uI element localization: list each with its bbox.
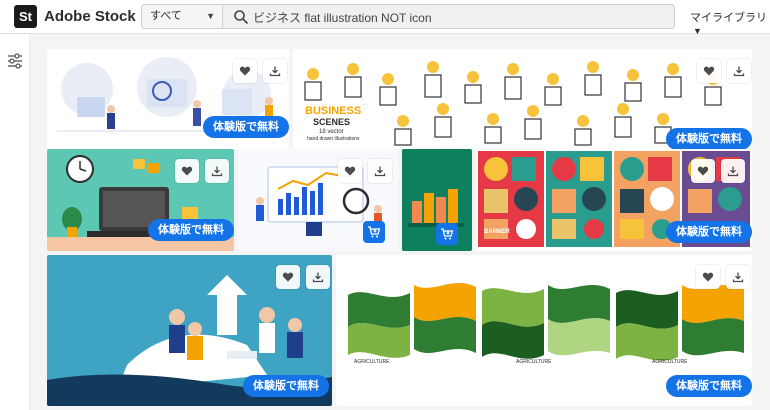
trial-badge[interactable]: 体験版で無料 <box>666 375 752 397</box>
result-tile[interactable]: BUSINESS SCENES 18 vector hand drawn ill… <box>293 49 752 149</box>
heart-icon <box>344 166 356 176</box>
favorite-button[interactable] <box>691 159 715 183</box>
result-tile[interactable] <box>402 149 472 251</box>
favorite-button[interactable] <box>175 159 199 183</box>
download-button[interactable] <box>306 265 330 289</box>
heart-icon <box>697 166 709 176</box>
adobe-stock-logo[interactable]: St <box>14 5 37 28</box>
poster-label: AGRICULTURE <box>652 359 688 365</box>
poster-label: AGRICULTURE <box>354 359 390 365</box>
download-icon <box>374 166 386 177</box>
tile-actions <box>233 59 287 83</box>
category-value: すべて <box>150 10 182 22</box>
download-icon <box>733 66 745 77</box>
result-tile[interactable]: 体験版で無料 <box>47 49 289 149</box>
download-icon <box>312 272 324 283</box>
add-to-cart-button[interactable] <box>436 223 458 245</box>
cart-icon <box>441 228 454 240</box>
search-input[interactable] <box>253 8 663 26</box>
favorite-button[interactable] <box>276 265 300 289</box>
chevron-down-icon: ▼ <box>206 11 215 21</box>
trial-badge[interactable]: 体験版で無料 <box>666 221 752 243</box>
tile-actions <box>696 265 750 289</box>
download-button[interactable] <box>263 59 287 83</box>
tile-actions <box>691 159 745 183</box>
library-label: マイライブラリ <box>690 12 767 24</box>
trial-badge[interactable]: 体験版で無料 <box>666 128 752 149</box>
download-button[interactable] <box>727 59 751 83</box>
download-button[interactable] <box>721 159 745 183</box>
poster-label: BANNER <box>484 229 510 235</box>
tile-caption: hand drawn illustrations <box>307 136 360 142</box>
download-icon <box>732 272 744 283</box>
cart-icon <box>368 226 381 238</box>
filter-icon[interactable] <box>6 52 24 70</box>
result-tile[interactable] <box>238 149 398 251</box>
result-tile[interactable]: AGRICULTURE AGRICULTURE AGRICULTURE 体験版で… <box>336 255 752 406</box>
favorite-button[interactable] <box>697 59 721 83</box>
result-tile[interactable]: 体験版で無料 <box>47 255 332 406</box>
trial-badge[interactable]: 体験版で無料 <box>203 116 289 138</box>
tile-actions <box>175 159 229 183</box>
download-icon <box>211 166 223 177</box>
category-select[interactable]: すべて ▼ <box>141 4 223 29</box>
left-sidebar <box>0 34 30 410</box>
tile-subtitle: SCENES <box>313 117 351 127</box>
add-to-cart-button[interactable] <box>363 221 385 243</box>
result-tile[interactable]: BANNER 体験版で無料 <box>476 149 752 251</box>
tile-caption: 18 vector <box>319 129 344 135</box>
favorite-button[interactable] <box>233 59 257 83</box>
my-library-menu[interactable]: マイライブラリ▼ <box>690 9 770 37</box>
trial-badge[interactable]: 体験版で無料 <box>148 219 234 241</box>
download-icon <box>727 166 739 177</box>
tile-title: BUSINESS <box>305 105 362 117</box>
download-button[interactable] <box>726 265 750 289</box>
trial-badge[interactable]: 体験版で無料 <box>243 375 329 397</box>
download-button[interactable] <box>368 159 392 183</box>
favorite-button[interactable] <box>338 159 362 183</box>
tile-actions <box>697 59 751 83</box>
heart-icon <box>282 272 294 282</box>
search-bar[interactable] <box>223 4 675 29</box>
poster-label: AGRICULTURE <box>516 359 552 365</box>
heart-icon <box>181 166 193 176</box>
tile-actions <box>276 265 330 289</box>
brand-name[interactable]: Adobe Stock <box>44 8 136 25</box>
heart-icon <box>239 66 251 76</box>
favorite-button[interactable] <box>696 265 720 289</box>
search-icon[interactable] <box>233 9 249 25</box>
result-tile[interactable]: 体験版で無料 <box>47 149 234 251</box>
heart-icon <box>703 66 715 76</box>
top-header: St Adobe Stock すべて ▼ マイライブラリ▼ <box>0 0 770 37</box>
tile-actions <box>338 159 392 183</box>
download-icon <box>269 66 281 77</box>
download-button[interactable] <box>205 159 229 183</box>
results-grid: 体験版で無料 BUSINESS SCENES 18 vector hand dr… <box>30 34 770 410</box>
heart-icon <box>702 272 714 282</box>
